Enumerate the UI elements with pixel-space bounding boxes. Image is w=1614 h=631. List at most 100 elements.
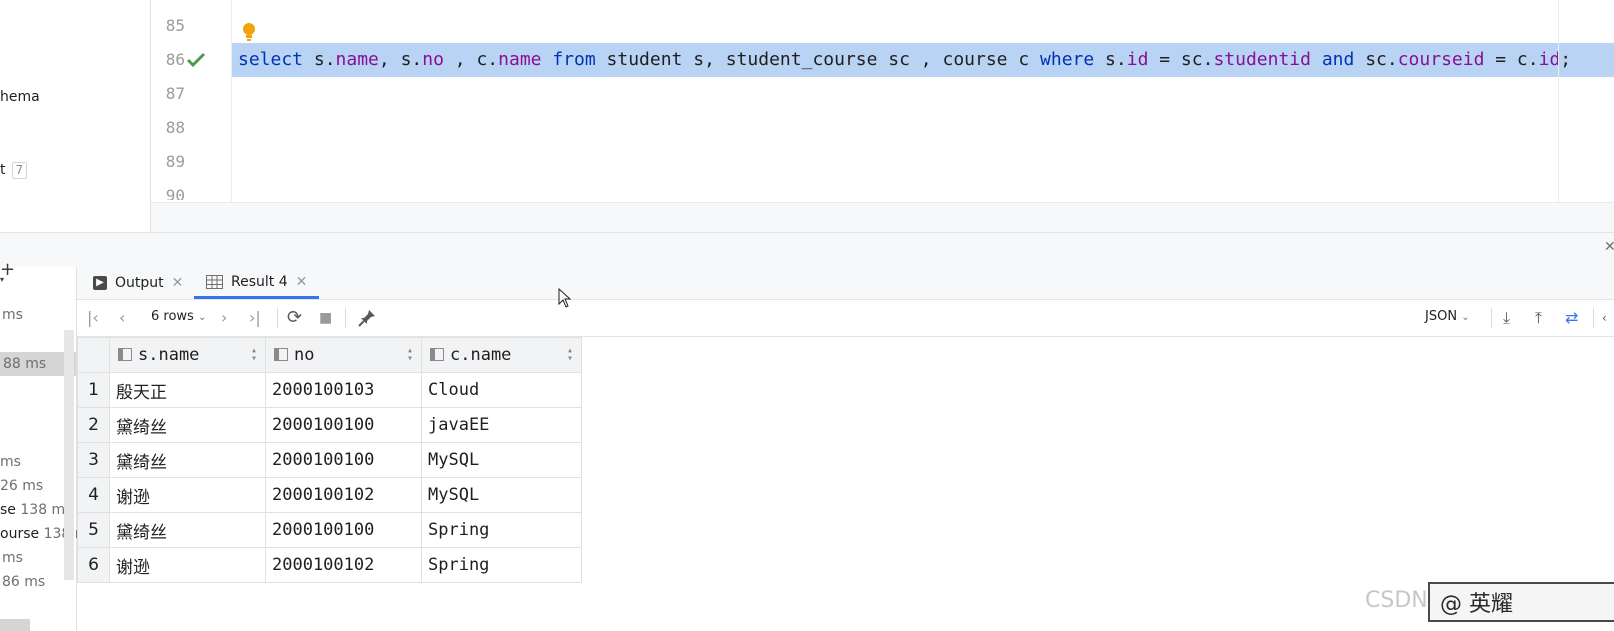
vertical-scrollbar[interactable] <box>64 330 74 580</box>
sql-field: name <box>335 49 379 70</box>
service-duration[interactable]: 26 ms <box>0 478 43 494</box>
toolbar-separator <box>1593 308 1594 328</box>
column-icon <box>430 348 444 361</box>
service-item[interactable]: se 138 ms <box>0 502 72 518</box>
close-icon[interactable]: ✕ <box>172 275 184 291</box>
service-duration[interactable]: 86 ms <box>2 574 45 590</box>
cell-c-name[interactable]: MySQL <box>421 477 582 513</box>
sql-keyword: where <box>1040 49 1095 70</box>
table-row[interactable]: 3 黛绮丝 2000100100 MySQL <box>77 442 582 478</box>
cell-s-name[interactable]: 谢逊 <box>109 477 266 513</box>
column-header-c-name[interactable]: c.name ▴ ▾ <box>421 337 582 373</box>
sort-icon[interactable]: ▴ ▾ <box>567 346 573 364</box>
next-page-icon[interactable]: › <box>221 306 227 330</box>
column-icon <box>274 348 288 361</box>
tab-result[interactable]: Result 4 ✕ <box>194 267 320 299</box>
sql-text: s. <box>303 49 336 70</box>
sql-statement[interactable]: select s.name, s.no , c.name from studen… <box>238 49 1571 70</box>
rows-selector[interactable]: 6 rows ⌄ <box>151 309 206 324</box>
sql-text: , c. <box>443 49 499 70</box>
table-row[interactable]: 4 谢逊 2000100102 MySQL <box>77 477 582 513</box>
lightbulb-icon[interactable] <box>241 22 257 42</box>
editor-status-strip <box>151 202 1614 233</box>
chevron-down-icon: ⌄ <box>1461 312 1470 323</box>
cell-c-name[interactable]: Spring <box>421 547 582 583</box>
cell-no[interactable]: 2000100100 <box>265 407 422 443</box>
close-icon[interactable]: ✕ <box>1604 239 1614 255</box>
cell-no[interactable]: 2000100102 <box>265 547 422 583</box>
previous-page-icon[interactable]: ‹ <box>119 306 125 330</box>
pin-icon[interactable] <box>358 309 376 327</box>
header-row: s.name ▴ ▾ no ▴ ▾ c.name ▴ ▾ <box>77 337 582 373</box>
result-grid: s.name ▴ ▾ no ▴ ▾ c.name ▴ ▾ 1 殷天正 2000100103 … <box>77 337 587 583</box>
tab-output[interactable]: ▶ Output ✕ <box>93 267 183 299</box>
chevron-down-icon[interactable]: ▾ <box>0 275 4 284</box>
sort-icon[interactable]: ▴ ▾ <box>251 346 257 364</box>
upload-icon[interactable]: ⤒ <box>1535 306 1542 330</box>
tree-item-schema[interactable]: hema <box>0 89 40 105</box>
tree-item-tables[interactable]: t7 <box>0 162 28 179</box>
first-page-icon[interactable]: |‹ <box>87 306 99 330</box>
panel-splitter[interactable]: ✕ <box>0 232 1614 268</box>
table-row[interactable]: 1 殷天正 2000100103 Cloud <box>77 372 582 408</box>
cell-s-name[interactable]: 黛绮丝 <box>109 512 266 548</box>
service-name: se <box>0 502 16 518</box>
cell-s-name[interactable]: 谢逊 <box>109 547 266 583</box>
tree-item-label: t <box>0 162 6 178</box>
cell-no[interactable]: 2000100102 <box>265 477 422 513</box>
cell-s-name[interactable]: 黛绮丝 <box>109 442 266 478</box>
cell-no[interactable]: 2000100100 <box>265 512 422 548</box>
line-number: 85 <box>165 16 185 35</box>
line-number: 88 <box>165 118 185 137</box>
service-name: ourse <box>0 526 40 542</box>
console-icon: ▶ <box>93 276 107 290</box>
sort-icon[interactable]: ▴ ▾ <box>407 346 413 364</box>
column-header-s-name[interactable]: s.name ▴ ▾ <box>109 337 266 373</box>
sql-keyword: and <box>1321 49 1355 70</box>
table-row[interactable]: 2 黛绮丝 2000100100 javaEE <box>77 407 582 443</box>
tab-label: Result 4 <box>231 273 288 290</box>
sql-field: studentid <box>1213 49 1311 70</box>
editor-right-margin <box>1558 0 1559 202</box>
column-header-no[interactable]: no ▴ ▾ <box>265 337 422 373</box>
cell-c-name[interactable]: MySQL <box>421 442 582 478</box>
sql-text: = sc. <box>1148 49 1214 70</box>
cell-c-name[interactable]: Spring <box>421 512 582 548</box>
format-selector[interactable]: JSON ⌄ <box>1425 309 1470 324</box>
service-duration[interactable]: ms <box>2 307 23 323</box>
cell-s-name[interactable]: 黛绮丝 <box>109 407 266 443</box>
table-row[interactable]: 6 谢逊 2000100102 Spring <box>77 547 582 583</box>
last-page-icon[interactable]: ›| <box>249 306 261 330</box>
service-duration[interactable]: 88 ms <box>3 356 46 372</box>
rows-label: 6 rows <box>151 309 194 324</box>
table-row[interactable]: 5 黛绮丝 2000100100 Spring <box>77 512 582 548</box>
cell-c-name[interactable]: javaEE <box>421 407 582 443</box>
cell-c-name[interactable]: Cloud <box>421 372 582 408</box>
tree-item-count-badge: 7 <box>11 162 28 179</box>
service-duration[interactable]: ms <box>0 454 21 470</box>
column-title: s.name <box>138 345 200 365</box>
compare-icon[interactable]: ⇄ <box>1565 306 1578 330</box>
sql-text: , s. <box>378 49 423 70</box>
sql-text: student s, student_course sc , course c <box>595 49 1041 70</box>
stop-icon[interactable]: ■ <box>319 306 332 330</box>
sql-keyword: select <box>238 49 304 70</box>
cell-s-name[interactable]: 殷天正 <box>109 372 266 408</box>
row-number: 1 <box>77 372 110 408</box>
service-duration[interactable]: ms <box>2 550 23 566</box>
close-icon[interactable]: ✕ <box>296 274 308 290</box>
tab-label: Output <box>115 275 164 291</box>
download-icon[interactable]: ⤓ <box>1503 306 1510 330</box>
row-number: 3 <box>77 442 110 478</box>
sql-editor[interactable]: select s.name, s.no , c.name from studen… <box>232 0 1614 202</box>
refresh-icon[interactable]: ⟳ <box>287 306 302 330</box>
cell-no[interactable]: 2000100100 <box>265 442 422 478</box>
selected-service-row[interactable] <box>0 619 30 631</box>
sql-keyword: from <box>552 49 596 70</box>
more-icon[interactable]: ‹ <box>1602 306 1607 330</box>
sql-field: no <box>422 49 444 70</box>
line-number: 86 <box>165 50 185 69</box>
cell-no[interactable]: 2000100103 <box>265 372 422 408</box>
